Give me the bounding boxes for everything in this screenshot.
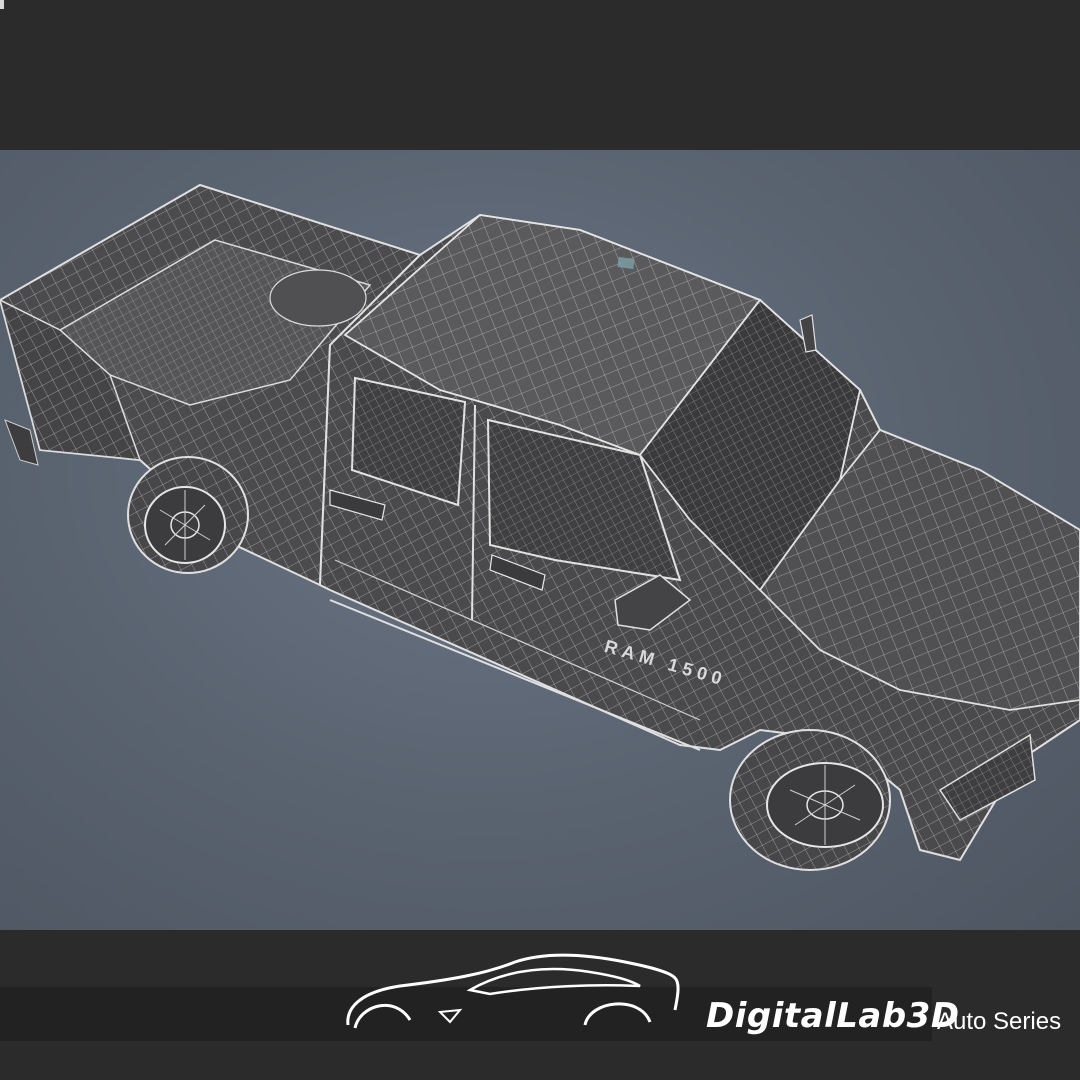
corner-mark: [0, 0, 4, 9]
truck-cab: RAM 1500: [318, 213, 1080, 862]
brand-name: DigitalLab3D: [706, 996, 960, 1036]
series-label: Auto Series: [937, 1008, 1062, 1035]
top-letterbox: [0, 0, 1080, 150]
rear-wheel: [127, 456, 249, 574]
front-wheel: [729, 729, 891, 871]
3d-viewport[interactable]: RAM 1500: [0, 150, 1080, 930]
truck-wireframe-render: RAM 1500: [0, 183, 1080, 871]
sports-car-silhouette-icon: [346, 953, 680, 1029]
